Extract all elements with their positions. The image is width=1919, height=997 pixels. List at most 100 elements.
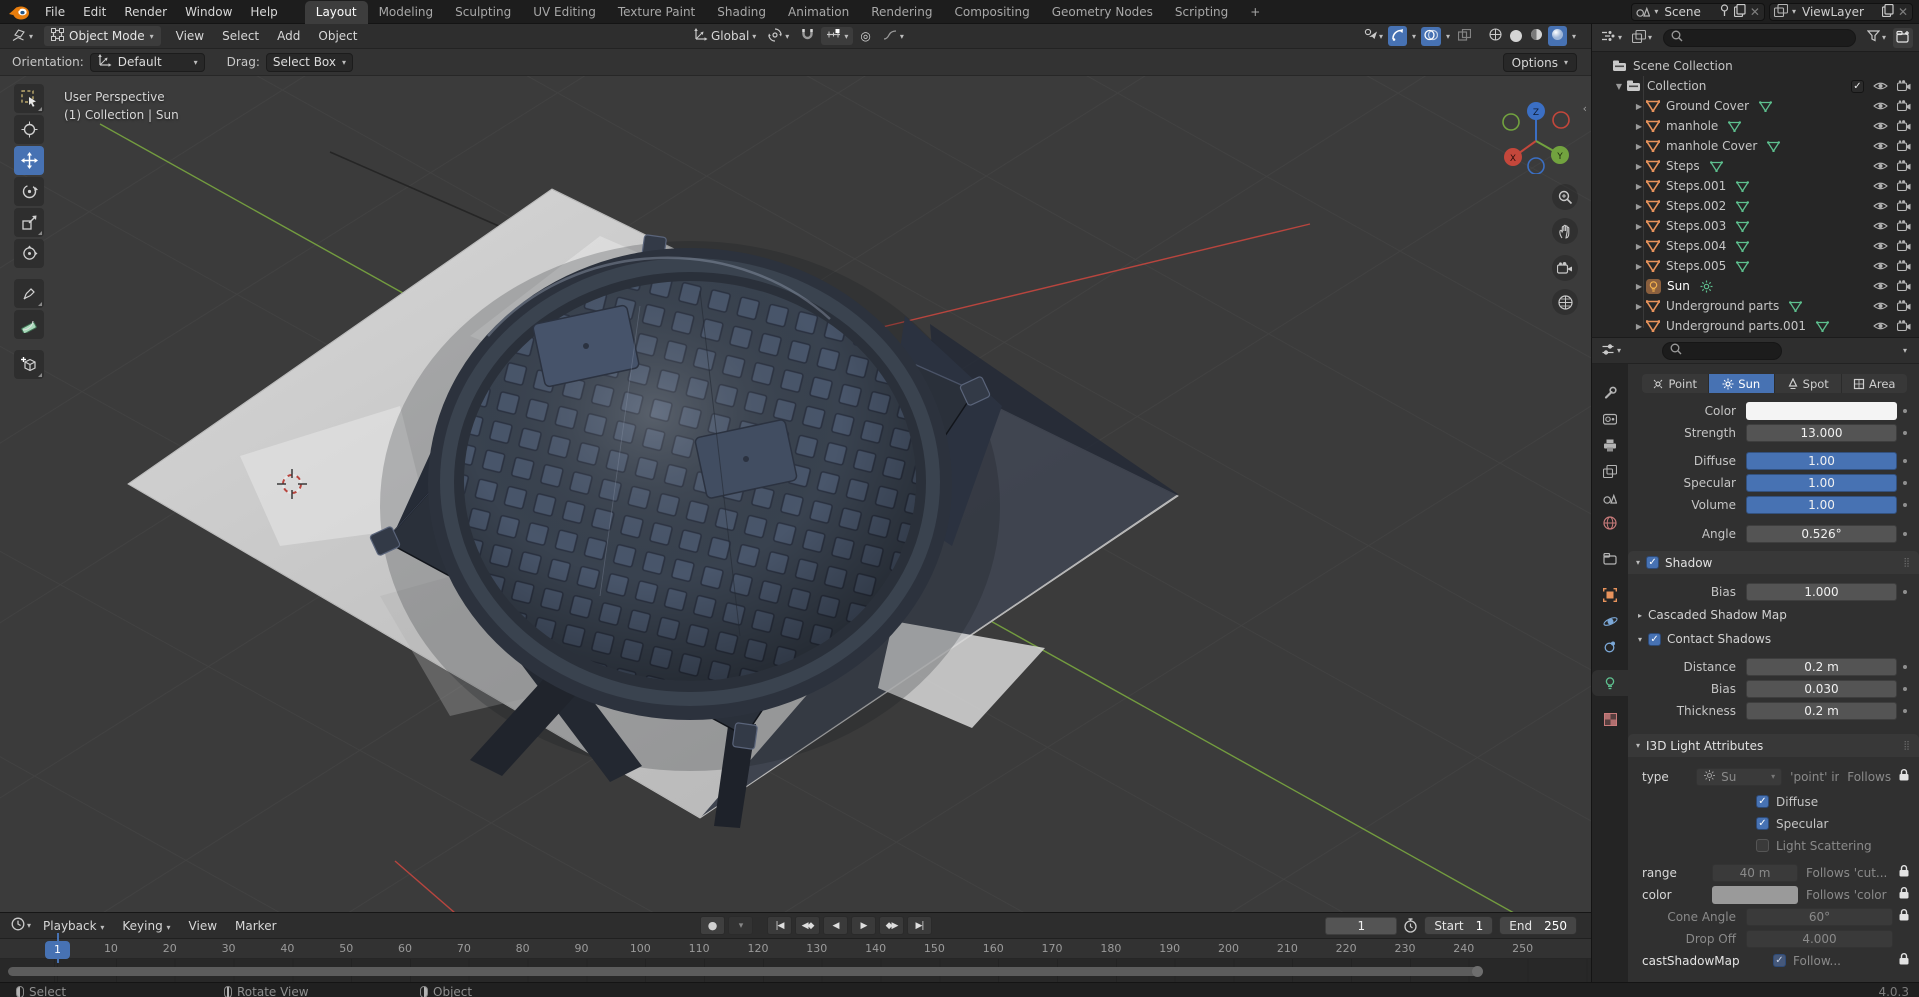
workspace-tab-texture-paint[interactable]: Texture Paint xyxy=(607,1,706,24)
properties-tab-output[interactable] xyxy=(1592,432,1628,458)
disable-render-camera-icon[interactable] xyxy=(1897,180,1911,192)
navigation-gizmo[interactable]: Z X Y xyxy=(1498,94,1576,174)
properties-tab-world[interactable] xyxy=(1592,510,1628,536)
workspace-tab-sculpting[interactable]: Sculpting xyxy=(444,1,522,24)
drag-setting-dropdown[interactable]: Select Box ▾ xyxy=(265,52,354,72)
contact-shadows-checkbox[interactable]: ✓ xyxy=(1648,632,1662,646)
scale-tool-button[interactable] xyxy=(14,208,44,237)
menu-window[interactable]: Window xyxy=(176,3,241,21)
properties-tab-object[interactable] xyxy=(1592,582,1628,608)
properties-tab-scene[interactable] xyxy=(1592,484,1628,510)
properties-tab-render[interactable] xyxy=(1592,406,1628,432)
play-reverse-button[interactable]: ◀ xyxy=(823,916,848,935)
hide-eye-icon[interactable] xyxy=(1873,220,1888,232)
timeline-menu-keying[interactable]: Keying ▾ xyxy=(113,917,179,935)
outliner-row-underground-parts-001[interactable]: ▶ Underground parts.001 xyxy=(1592,316,1919,336)
i3d-type-lock-icon[interactable] xyxy=(1893,769,1913,784)
i3d-cone-field[interactable]: 60° xyxy=(1746,907,1893,926)
menu-render[interactable]: Render xyxy=(115,3,176,21)
light-type-sun[interactable]: Sun xyxy=(1708,374,1775,393)
i3d-dropoff-field[interactable]: 4.000 xyxy=(1746,929,1893,948)
light-type-spot[interactable]: Spot xyxy=(1775,374,1842,393)
properties-tab-tool[interactable] xyxy=(1592,380,1628,406)
xray-toggle[interactable] xyxy=(1455,27,1474,46)
hide-eye-icon[interactable] xyxy=(1873,320,1888,332)
expand-arrow-icon[interactable]: ▶ xyxy=(1634,162,1644,171)
outliner-display-mode-button[interactable]: ▾ xyxy=(1629,28,1655,48)
playhead-frame-badge[interactable]: 1 xyxy=(45,941,70,959)
volume-slider[interactable]: 1.00 xyxy=(1746,495,1897,514)
mode-dropdown[interactable]: Object Mode ▾ xyxy=(44,26,161,46)
outliner-row-steps[interactable]: ▶ Steps xyxy=(1592,156,1919,176)
expand-arrow-icon[interactable]: ▶ xyxy=(1634,202,1644,211)
scene-selector[interactable]: ▾ Scene ✕ xyxy=(1631,2,1765,21)
options-dropdown[interactable]: Options ▾ xyxy=(1502,53,1577,72)
cursor-tool-button[interactable] xyxy=(14,115,44,144)
properties-tab-constraints[interactable] xyxy=(1592,634,1628,660)
ortho-toggle-button[interactable] xyxy=(1552,289,1578,315)
remove-view-layer-icon[interactable]: ✕ xyxy=(1898,5,1908,19)
outliner-row-scene-collection[interactable]: Scene Collection xyxy=(1592,56,1919,76)
viewport-3d[interactable]: User Perspective (1) Collection | Sun ‹ … xyxy=(0,76,1591,912)
new-scene-icon[interactable] xyxy=(1733,3,1746,20)
new-collection-button[interactable] xyxy=(1893,27,1913,48)
angle-field[interactable]: 0.526° xyxy=(1746,524,1897,543)
light-type-area[interactable]: Area xyxy=(1842,374,1908,393)
expand-arrow-icon[interactable]: ▶ xyxy=(1634,282,1644,291)
gizmo-dropdown[interactable]: ▾ xyxy=(1409,30,1419,43)
i3d-range-field[interactable]: 40 m xyxy=(1712,863,1798,882)
properties-options-chevron[interactable]: ▾ xyxy=(1903,346,1907,355)
overlays-toggle[interactable] xyxy=(1420,26,1441,46)
disable-render-camera-icon[interactable] xyxy=(1897,120,1911,132)
hide-eye-icon[interactable] xyxy=(1873,240,1888,252)
pivot-point-dropdown[interactable]: ▾ xyxy=(763,26,794,47)
shading-wireframe-button[interactable] xyxy=(1486,26,1505,46)
disable-render-camera-icon[interactable] xyxy=(1897,240,1911,252)
measure-tool-button[interactable] xyxy=(14,310,44,339)
workspace-tab-compositing[interactable]: Compositing xyxy=(943,1,1040,24)
frame-start-field[interactable]: Start 1 xyxy=(1424,916,1494,935)
expand-arrow-icon[interactable]: ▶ xyxy=(1634,322,1644,331)
hide-eye-icon[interactable] xyxy=(1873,280,1888,292)
frame-end-field[interactable]: End 250 xyxy=(1499,916,1577,935)
properties-editor-type-button[interactable]: ▾ xyxy=(1598,341,1624,361)
light-type-point[interactable]: Point xyxy=(1642,374,1709,393)
proportional-editing-toggle[interactable]: ◎ xyxy=(855,27,875,45)
next-keyframe-button[interactable]: ◆▶ xyxy=(879,916,904,935)
i3d-diffuse-checkbox[interactable]: ✓ xyxy=(1756,795,1769,808)
timeline-scrollbar[interactable] xyxy=(8,966,1483,977)
thickness-field[interactable]: 0.2 m xyxy=(1746,701,1897,720)
expand-arrow-icon[interactable]: ▶ xyxy=(1634,122,1644,131)
visibility-dropdown[interactable]: ▾ xyxy=(1361,26,1386,46)
outliner-row-manhole-cover[interactable]: ▶ manhole Cover xyxy=(1592,136,1919,156)
timeline-menu-view[interactable]: View xyxy=(180,917,226,935)
gizmo-minus-y-axis[interactable] xyxy=(1502,113,1520,131)
hide-eye-icon[interactable] xyxy=(1873,180,1888,192)
annotate-tool-button[interactable] xyxy=(14,279,44,308)
outliner-filter-button[interactable]: ▾ xyxy=(1864,28,1889,47)
sidebar-collapse-arrow[interactable]: ‹ xyxy=(1583,102,1587,115)
expand-arrow-icon[interactable]: ▶ xyxy=(1634,182,1644,191)
gizmo-minus-x-axis[interactable] xyxy=(1552,111,1570,129)
shadow-panel-header[interactable]: ▾ ✓ Shadow ⣿ xyxy=(1628,551,1919,574)
rotate-tool-button[interactable] xyxy=(14,177,44,206)
hide-eye-icon[interactable] xyxy=(1873,300,1888,312)
add-cube-tool-button[interactable] xyxy=(14,350,44,379)
auto-keying-button[interactable]: ● xyxy=(700,916,725,935)
play-button[interactable]: ▶ xyxy=(851,916,876,935)
workspace-tab-shading[interactable]: Shading xyxy=(706,1,777,24)
stopwatch-icon[interactable] xyxy=(1403,918,1418,933)
timeline-editor-type-button[interactable]: ▾ xyxy=(8,915,34,936)
shading-rendered-button[interactable] xyxy=(1547,26,1567,46)
disable-render-camera-icon[interactable] xyxy=(1897,200,1911,212)
hide-eye-icon[interactable] xyxy=(1873,140,1888,152)
viewport-menu-object[interactable]: Object xyxy=(309,27,366,45)
overlays-dropdown[interactable]: ▾ xyxy=(1443,30,1453,43)
disable-render-camera-icon[interactable] xyxy=(1897,140,1911,152)
auto-keying-dropdown[interactable]: ▾ xyxy=(728,916,753,935)
outliner-row-underground-parts[interactable]: ▶ Underground parts xyxy=(1592,296,1919,316)
workspace-tab-scripting[interactable]: Scripting xyxy=(1164,1,1239,24)
expand-arrow-icon[interactable]: ▶ xyxy=(1634,102,1644,111)
snap-toggle[interactable] xyxy=(796,26,819,46)
jump-to-start-button[interactable]: |◀ xyxy=(767,916,792,935)
